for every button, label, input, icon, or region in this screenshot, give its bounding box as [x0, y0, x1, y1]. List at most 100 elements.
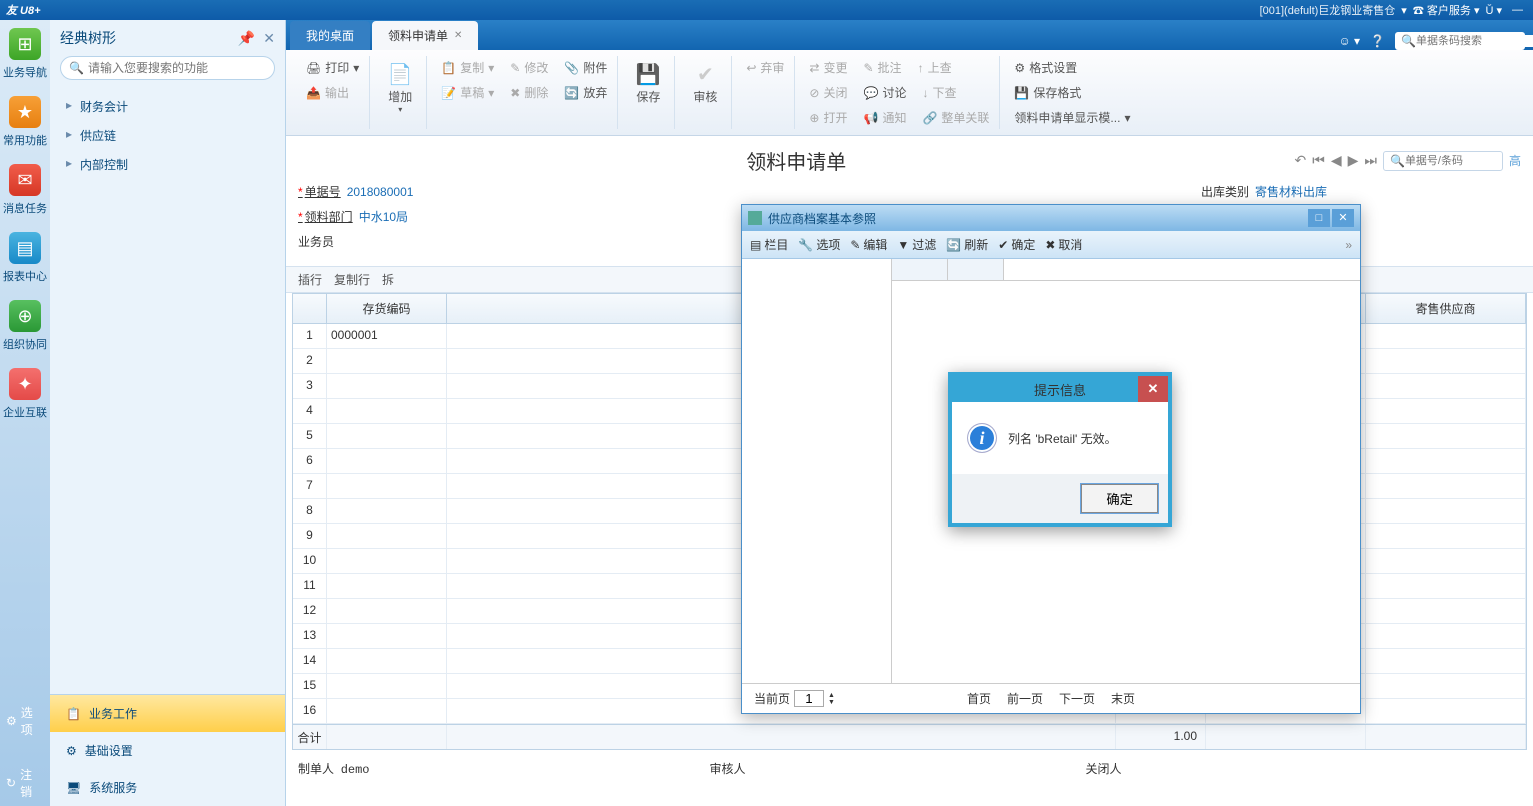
tab-desktop[interactable]: 我的桌面	[290, 21, 370, 50]
ref-options-button[interactable]: 🔧 选项	[798, 236, 840, 253]
tree-search-input[interactable]: 🔍	[60, 56, 275, 80]
maker-label: 制单人	[298, 762, 334, 776]
discard-button[interactable]: ↩ 弃审	[740, 56, 790, 79]
down-button[interactable]: ↓ 下查	[916, 81, 962, 104]
info-icon: i	[968, 424, 996, 452]
account-info: [001](defult)巨龙钢业寄售仓	[1260, 2, 1396, 18]
tab-close-icon[interactable]: ✕	[454, 30, 462, 41]
tree-item-supply[interactable]: 供应链	[62, 121, 273, 150]
next-icon[interactable]: ▶	[1348, 152, 1359, 169]
tab-material-request[interactable]: 领料申请单✕	[372, 21, 478, 50]
save-button[interactable]: 💾保存	[626, 56, 670, 109]
first-page-button[interactable]: 首页	[967, 690, 991, 707]
outtype-value: 寄售材料出库	[1255, 183, 1355, 200]
nav-report[interactable]: ▤报表中心	[3, 232, 47, 284]
notify-button[interactable]: 📢 通知	[857, 106, 912, 129]
format-setting-button[interactable]: ⚙ 格式设置	[1008, 56, 1083, 79]
add-button[interactable]: 📄增加▾	[378, 56, 422, 118]
print-button[interactable]: 🖨 打印 ▾	[300, 56, 365, 79]
tree-panel: 经典树形 📌 ✕ 🔍 财务会计 供应链 内部控制 📋 业务工作 ⚙ 基础设置 🖥…	[50, 20, 286, 806]
discuss-button[interactable]: 💬 讨论	[857, 81, 912, 104]
open-doc-button[interactable]: ⊕ 打开	[803, 106, 853, 129]
dialog-maximize-icon[interactable]: □	[1308, 209, 1330, 227]
col-header-code[interactable]: 存货编码	[327, 294, 447, 323]
ref-cancel-button[interactable]: ✖ 取消	[1045, 236, 1082, 253]
nav-message[interactable]: ✉消息任务	[3, 164, 47, 216]
alert-title: 提示信息	[1034, 380, 1086, 399]
dialog-close-icon[interactable]: ✕	[1332, 209, 1354, 227]
ref-columns-button[interactable]: ▤ 栏目	[750, 236, 788, 253]
up-button[interactable]: ↑ 上查	[912, 56, 958, 79]
nav-business[interactable]: ⊞业务导航	[3, 28, 47, 80]
audit-button[interactable]: ✔审核	[683, 56, 727, 109]
tree-item-internal[interactable]: 内部控制	[62, 150, 273, 179]
barcode-search-input[interactable]: 🔍	[1395, 32, 1525, 50]
copy-row-button[interactable]: 复制行	[334, 271, 370, 288]
page-up-icon[interactable]: ▲	[828, 692, 835, 699]
ref-filter-button[interactable]: ▼ 过滤	[897, 236, 936, 253]
insert-row-button[interactable]: 插行	[298, 271, 322, 288]
dialog-title: 供应商档案基本参照	[768, 210, 876, 227]
doc-search-input[interactable]: 🔍	[1383, 151, 1503, 171]
app-titlebar: 友 U8+ [001](defult)巨龙钢业寄售仓 ▾ ☎ 客户服务 ▾ Ŭ …	[0, 0, 1533, 20]
save-format-button[interactable]: 💾 保存格式	[1008, 81, 1087, 104]
footer-total-label: 合计	[293, 725, 327, 749]
options-button[interactable]: ⚙ 选项	[0, 698, 50, 744]
outtype-label: 出库类别	[1201, 183, 1249, 200]
help-icon[interactable]: ❔	[1370, 34, 1385, 48]
pin-icon[interactable]: 📌	[238, 30, 255, 47]
draft-button[interactable]: 📝 草稿 ▾	[435, 81, 500, 104]
bottom-tab-settings[interactable]: ⚙ 基础设置	[50, 732, 285, 769]
close-panel-icon[interactable]: ✕	[263, 30, 275, 47]
alert-close-icon[interactable]: ✕	[1138, 376, 1168, 402]
next-page-button[interactable]: 下一页	[1059, 690, 1095, 707]
display-template-button[interactable]: 领料申请单显示模... ▾	[1008, 106, 1136, 129]
link-button[interactable]: 🔗 整单关联	[916, 106, 995, 129]
clerk-label: 业务员	[298, 233, 334, 250]
tree-item-finance[interactable]: 财务会计	[62, 92, 273, 121]
app-logo: 友 U8+	[6, 2, 41, 18]
col-header-supplier[interactable]: 寄售供应商	[1366, 294, 1526, 323]
nav-org[interactable]: ⊕组织协同	[3, 300, 47, 352]
delete-button[interactable]: ✖ 删除	[504, 81, 554, 104]
change-button[interactable]: ⇄ 变更	[803, 56, 853, 79]
attachment-button[interactable]: 📎 附件	[558, 56, 613, 79]
advanced-link[interactable]: 高	[1509, 152, 1521, 169]
approve-button[interactable]: ✎ 批注	[857, 56, 907, 79]
prev-icon[interactable]: ◀	[1331, 152, 1342, 169]
closer-label: 关闭人	[1086, 762, 1122, 776]
auditor-label: 审核人	[710, 762, 746, 776]
nav-enterprise[interactable]: ✦企业互联	[3, 368, 47, 420]
customer-service-link[interactable]: ☎ 客户服务 ▾	[1413, 2, 1480, 18]
minimize-icon[interactable]: —	[1512, 4, 1523, 16]
maker-value: demo	[341, 763, 370, 777]
dept-value: 中水10局	[359, 208, 459, 225]
abandon-button[interactable]: 🔄 放弃	[558, 81, 613, 104]
output-button[interactable]: 📤 输出	[300, 81, 355, 104]
alert-ok-button[interactable]: 确定	[1081, 484, 1158, 513]
ref-ok-button[interactable]: ✔ 确定	[998, 236, 1035, 253]
page-down-icon[interactable]: ▼	[828, 699, 835, 706]
ref-refresh-button[interactable]: 🔄 刷新	[946, 236, 988, 253]
smile-icon[interactable]: ☺ ▾	[1338, 34, 1360, 48]
first-icon[interactable]: ⏮	[1312, 152, 1325, 169]
modify-button[interactable]: ✎ 修改	[504, 56, 554, 79]
logout-button[interactable]: ↻ 注销	[0, 760, 50, 806]
undo-icon[interactable]: ↶	[1294, 152, 1306, 169]
ref-tree[interactable]	[742, 259, 892, 683]
current-page-input[interactable]	[794, 690, 824, 707]
ref-expand-icon[interactable]: »	[1345, 238, 1352, 252]
split-row-button[interactable]: 拆	[382, 271, 394, 288]
ref-edit-button[interactable]: ✎ 编辑	[850, 236, 887, 253]
copy-button[interactable]: 📋 复制 ▾	[435, 56, 500, 79]
close-doc-button[interactable]: ⊘ 关闭	[803, 81, 853, 104]
document-title: 领料申请单	[298, 146, 1294, 175]
bottom-tab-work[interactable]: 📋 业务工作	[50, 695, 285, 732]
last-icon[interactable]: ⏭	[1364, 152, 1377, 169]
prev-page-button[interactable]: 前一页	[1007, 690, 1043, 707]
current-page-label: 当前页	[754, 690, 790, 707]
nav-common[interactable]: ★常用功能	[3, 96, 47, 148]
document-toolbar: 🖨 打印 ▾ 📤 输出 📄增加▾ 📋 复制 ▾ ✎ 修改 📎 附件 📝 草稿 ▾…	[286, 50, 1533, 136]
bottom-tab-system[interactable]: 🖥 系统服务	[50, 769, 285, 806]
last-page-button[interactable]: 末页	[1111, 690, 1135, 707]
